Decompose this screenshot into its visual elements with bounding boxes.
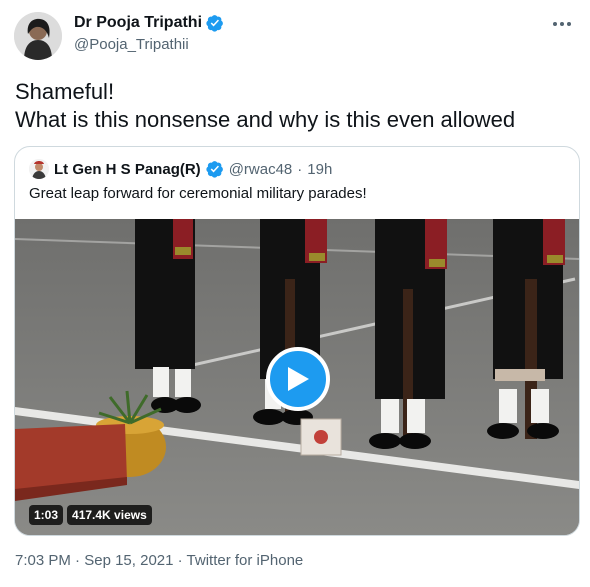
tweet-meta: 7:03 PM · Sep 15, 2021 · Twitter for iPh…	[15, 552, 303, 569]
separator-dot: ·	[177, 552, 183, 569]
tweet-card: Dr Pooja Tripathi @Pooja_Tripathii Shame…	[0, 0, 590, 587]
quoted-author-handle[interactable]: @rwac48	[229, 161, 293, 178]
play-button[interactable]	[266, 347, 330, 411]
verified-badge-icon	[206, 14, 224, 32]
tweet-time[interactable]: 7:03 PM	[15, 552, 71, 569]
quoted-tweet-header: Lt Gen H S Panag(R) @rwac48 · 19h	[29, 159, 332, 179]
play-icon	[288, 367, 309, 391]
quoted-tweet-time[interactable]: 19h	[307, 161, 332, 178]
video-views: 417.4K views	[67, 505, 152, 525]
author-block: Dr Pooja Tripathi @Pooja_Tripathii	[74, 14, 224, 53]
tweet-text: Shameful! What is this nonsense and why …	[15, 79, 516, 132]
separator-dot: ·	[297, 160, 303, 178]
author-avatar[interactable]	[14, 12, 62, 60]
quoted-author-avatar[interactable]	[29, 159, 49, 179]
video-player[interactable]: 1:03 417.4K views	[15, 219, 579, 535]
author-name[interactable]: Dr Pooja Tripathi	[74, 14, 202, 32]
video-info: 1:03 417.4K views	[29, 505, 152, 525]
verified-badge-icon	[206, 160, 224, 178]
more-horizontal-icon[interactable]	[550, 16, 574, 32]
quoted-tweet[interactable]: Lt Gen H S Panag(R) @rwac48 · 19h Great …	[14, 146, 580, 536]
tweet-source[interactable]: Twitter for iPhone	[187, 552, 304, 569]
separator-dot: ·	[75, 552, 81, 569]
tweet-date[interactable]: Sep 15, 2021	[84, 552, 173, 569]
quoted-author-name[interactable]: Lt Gen H S Panag(R)	[54, 161, 201, 178]
video-duration: 1:03	[29, 505, 64, 525]
quoted-tweet-text: Great leap forward for ceremonial milita…	[29, 185, 367, 202]
author-handle[interactable]: @Pooja_Tripathii	[74, 36, 224, 53]
